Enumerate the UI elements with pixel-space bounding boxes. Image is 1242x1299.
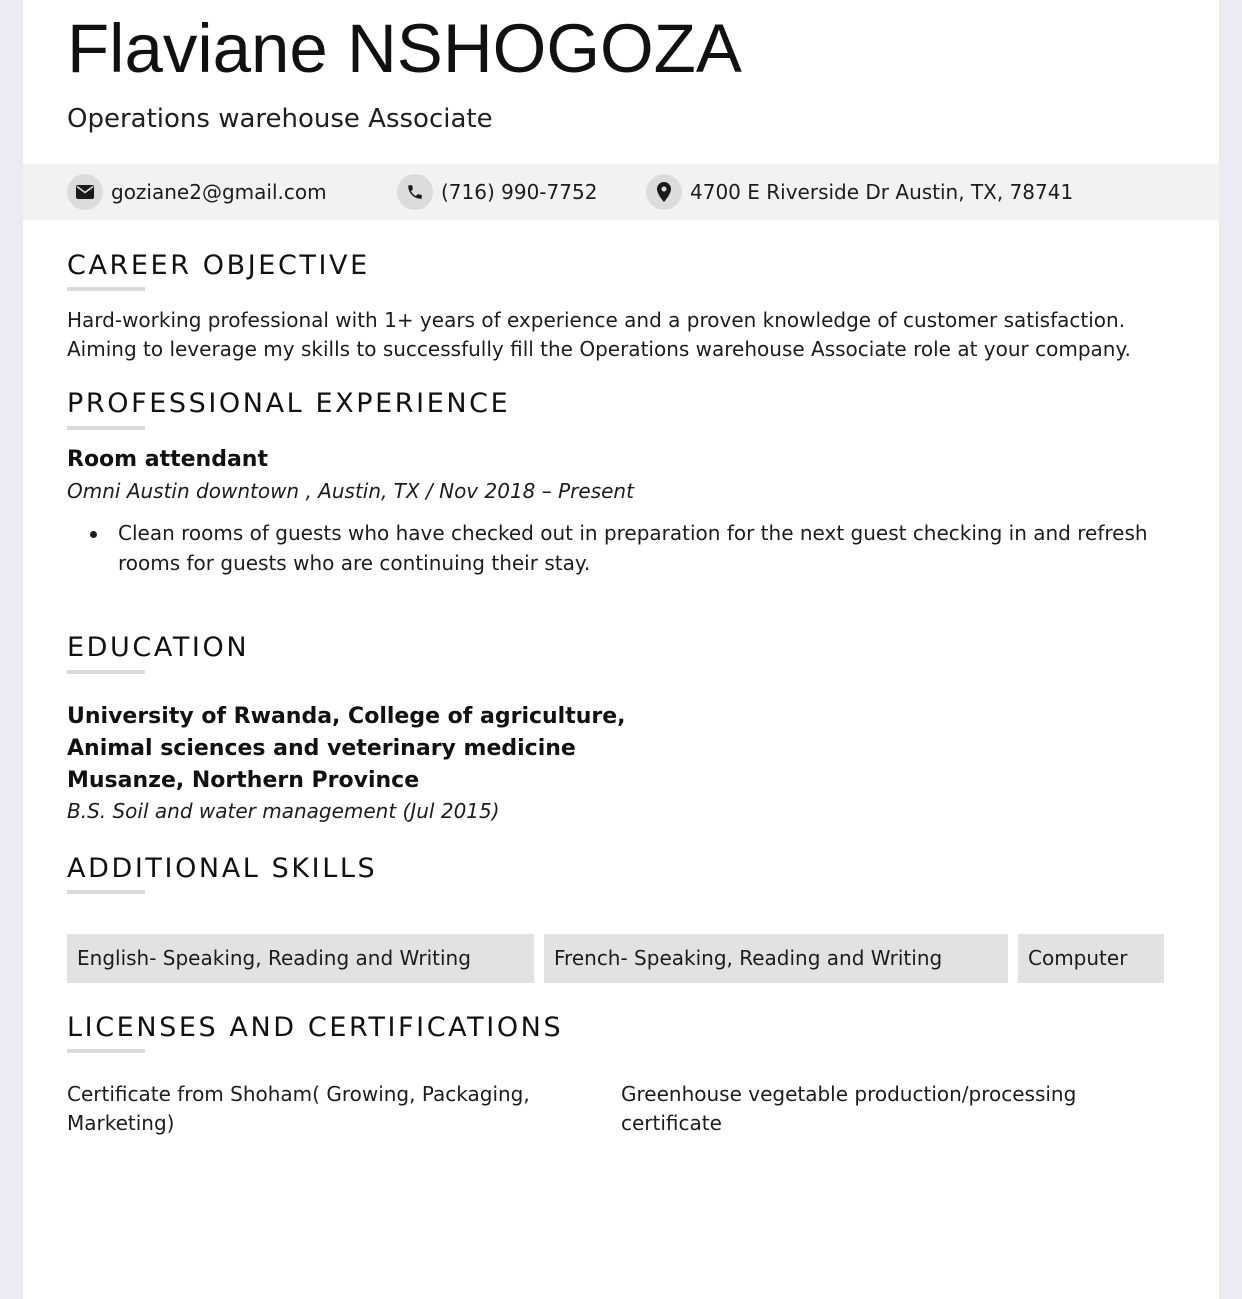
resume-page: Flaviane NSHOGOZA Operations warehouse A… xyxy=(23,0,1219,1299)
candidate-name: Flaviane NSHOGOZA xyxy=(67,10,742,87)
skills-heading: ADDITIONAL SKILLS xyxy=(67,853,378,884)
heading-rule xyxy=(67,890,145,894)
email-text: goziane2@gmail.com xyxy=(111,180,327,204)
education-heading: EDUCATION xyxy=(67,632,250,663)
contact-email[interactable]: goziane2@gmail.com xyxy=(67,174,327,210)
job-bullet-list: Clean rooms of guests who have checked o… xyxy=(87,518,1167,578)
heading-rule xyxy=(67,670,145,674)
job-title: Operations warehouse Associate xyxy=(67,104,493,134)
skill-chip-english: English- Speaking, Reading and Writing xyxy=(67,934,534,983)
education-faculty: Animal sciences and veterinary medicine xyxy=(67,736,576,761)
phone-icon xyxy=(397,174,433,210)
contact-bar: goziane2@gmail.com (716) 990-7752 4700 E… xyxy=(23,164,1219,220)
skill-chip-computer: Computer xyxy=(1018,934,1164,983)
job-employer-dates: Omni Austin downtown , Austin, TX / Nov … xyxy=(67,479,634,503)
envelope-icon xyxy=(67,174,103,210)
address-text: 4700 E Riverside Dr Austin, TX, 78741 xyxy=(690,180,1074,204)
contact-phone[interactable]: (716) 990-7752 xyxy=(397,174,597,210)
objective-line-2: Aiming to leverage my skills to successf… xyxy=(67,337,1131,361)
heading-rule xyxy=(67,426,145,430)
experience-heading: PROFESSIONAL EXPERIENCE xyxy=(67,388,511,419)
job-title-room-attendant: Room attendant xyxy=(67,447,268,472)
certifications-heading: LICENSES AND CERTIFICATIONS xyxy=(67,1012,564,1043)
certification-shoham: Certificate from Shoham( Growing, Packag… xyxy=(67,1082,530,1135)
contact-address[interactable]: 4700 E Riverside Dr Austin, TX, 78741 xyxy=(646,174,1073,210)
list-item: Clean rooms of guests who have checked o… xyxy=(87,518,1167,578)
education-degree: B.S. Soil and water management (Jul 2015… xyxy=(67,799,500,823)
education-location: Musanze, Northern Province xyxy=(67,768,420,793)
skill-chip-french: French- Speaking, Reading and Writing xyxy=(544,934,1008,983)
phone-text: (716) 990-7752 xyxy=(441,180,598,204)
objective-line-1: Hard-working professional with 1+ years … xyxy=(67,308,1126,332)
certification-greenhouse: Greenhouse vegetable production/processi… xyxy=(621,1082,1077,1135)
location-pin-icon xyxy=(646,174,682,210)
education-school: University of Rwanda, College of agricul… xyxy=(67,704,626,729)
heading-rule xyxy=(67,1049,145,1053)
career-objective-heading: CAREER OBJECTIVE xyxy=(67,250,370,281)
heading-rule xyxy=(67,287,145,291)
